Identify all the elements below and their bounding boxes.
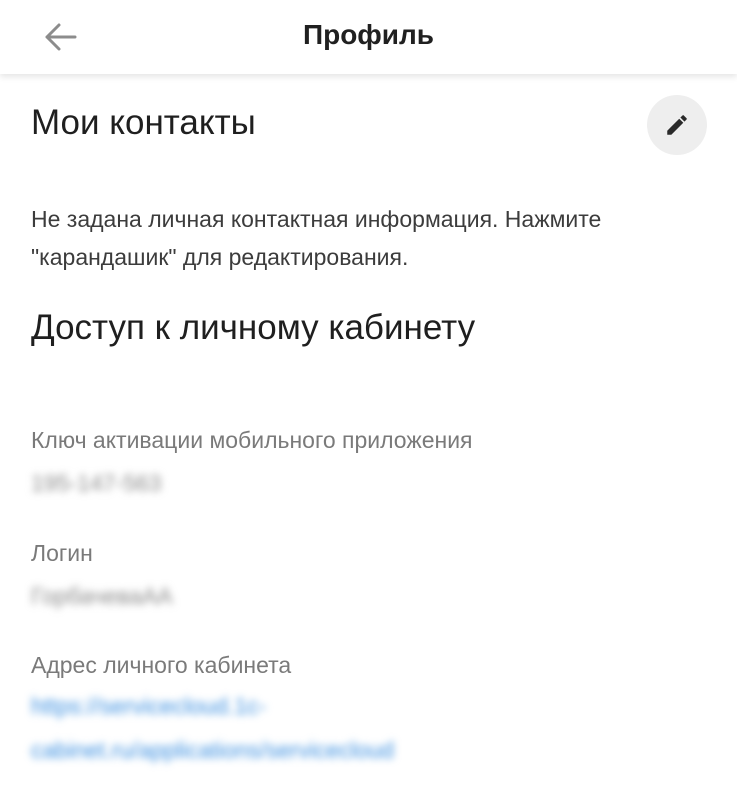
cabinet-address-link[interactable]: https://servicecloud.1c-cabinet.ru/appli…	[31, 684, 551, 772]
login-value: ГорбачеваАА	[31, 583, 173, 609]
access-heading: Доступ к личному кабинету	[31, 308, 476, 347]
cabinet-address-label: Адрес личного кабинета	[31, 652, 292, 678]
pencil-icon	[667, 115, 687, 135]
activation-key-label: Ключ активации мобильного приложения	[31, 427, 473, 453]
page-title: Профиль	[302, 19, 435, 50]
activation-key-value: 195-147-563	[31, 470, 162, 496]
contacts-heading: Мои контакты	[31, 103, 256, 142]
contacts-empty-text: Не задана личная контактная информация. …	[31, 206, 602, 270]
login-label: Логин	[31, 540, 93, 566]
edit-contacts-button[interactable]	[647, 95, 707, 155]
app-bar: Профиль	[0, 0, 737, 74]
